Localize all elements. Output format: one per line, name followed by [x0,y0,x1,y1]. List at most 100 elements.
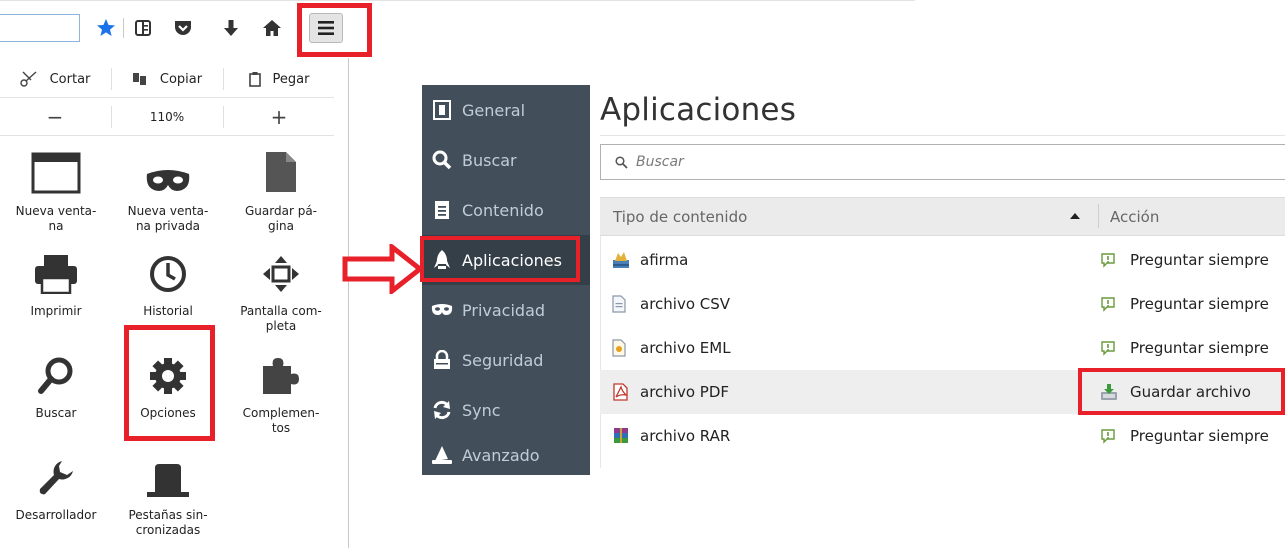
bookmark-star-icon[interactable] [92,14,120,42]
new-window-button[interactable]: Nueva venta- na [10,148,102,234]
search-icon [615,155,628,169]
edit-controls-row: Cortar Copiar Pegar [0,60,334,98]
table-header: Tipo de contenido Acción [600,197,1285,236]
tile-label: Desarrollador [15,508,97,522]
content-type-label: archivo CSV [640,295,731,313]
sidebar-item-label: Buscar [462,150,517,170]
zoom-controls-row: − 110% + [0,98,334,136]
search-icon [422,150,462,170]
wrench-icon [4,452,108,498]
search-input[interactable] [634,153,1238,171]
wizard-hat-icon [422,445,462,465]
sidebar-item-advanced[interactable]: Avanzado [422,435,590,475]
general-switch-icon [422,100,462,120]
rar-file-icon [612,427,640,445]
search-icon [10,350,102,396]
toolbar-top-border [0,0,915,1]
new-window-icon [10,148,102,194]
copy-label: Copiar [159,71,203,87]
sidebar-item-privacy[interactable]: Privacidad [422,285,590,335]
reading-list-icon[interactable] [129,14,157,42]
pointer-arrow-icon [342,244,424,294]
clipboard-icon [248,71,261,87]
fullscreen-button[interactable]: Pantalla com- pleta [225,248,337,334]
highlight-box-menu-button [297,3,372,57]
clock-icon [112,248,224,294]
download-icon[interactable] [217,14,245,42]
column-separator[interactable] [1098,204,1099,228]
save-page-button[interactable]: Guardar pá- gina [225,148,337,234]
title-divider [600,135,1285,136]
sidebar-item-general[interactable]: General [422,85,590,135]
paste-label: Pegar [272,71,310,87]
home-icon[interactable] [258,14,286,42]
column-header-action[interactable]: Acción [1110,198,1159,235]
ask-icon [1100,340,1130,356]
column-header-content-type[interactable]: Tipo de contenido [613,198,747,235]
document-icon [422,200,462,220]
lock-icon [422,350,462,370]
tile-label: Guardar pá- gina [245,204,317,233]
puzzle-icon [225,350,337,396]
zoom-reset-button[interactable]: 110% [112,98,222,136]
paste-button[interactable]: Pegar [224,60,334,98]
copy-button[interactable]: Copiar [112,60,222,98]
sidebar-item-sync[interactable]: Sync [422,385,590,435]
pdf-file-icon [612,383,640,401]
addons-button[interactable]: Complemen- tos [225,350,337,436]
eml-file-icon [612,339,640,357]
sidebar-item-label: Seguridad [462,350,544,370]
content-type-label: archivo EML [640,339,731,357]
save-page-icon [225,148,337,194]
table-row[interactable]: archivo CSV Preguntar siempre [600,282,1285,326]
tile-label: Nueva venta- na privada [127,204,209,233]
sidebar-item-label: Privacidad [462,300,546,320]
print-button[interactable]: Imprimir [10,248,102,319]
action-label: Preguntar siempre [1130,295,1269,313]
search-box[interactable] [0,14,80,42]
content-type-label: archivo PDF [640,383,729,401]
history-button[interactable]: Historial [112,248,224,319]
table-row[interactable]: archivo RAR Preguntar siempre [600,414,1285,458]
developer-button[interactable]: Desarrollador [4,452,108,523]
zoom-in-label: + [270,105,288,129]
table-row[interactable]: afirma Preguntar siempre [600,238,1285,282]
sidebar-item-security[interactable]: Seguridad [422,335,590,385]
page-title: Aplicaciones [600,92,797,128]
zoom-out-button[interactable]: − [0,98,110,136]
highlight-box-save-file [1078,368,1285,415]
copy-icon [132,72,148,86]
zoom-in-button[interactable]: + [224,98,334,136]
sort-ascending-icon[interactable] [1070,213,1080,219]
highlight-box-applications [420,236,580,282]
tile-label: Pestañas sin- cronizadas [128,508,208,537]
highlight-box-options [124,325,215,441]
sync-icon [422,400,462,420]
new-private-window-button[interactable]: Nueva venta- na privada [112,148,224,234]
ask-icon [1100,428,1130,444]
table-row[interactable]: archivo EML Preguntar siempre [600,326,1285,370]
sidebar-item-content[interactable]: Contenido [422,185,590,235]
afirma-app-icon [612,251,640,269]
zoom-level: 110% [149,110,185,124]
printer-icon [10,248,102,294]
synced-tabs-icon [112,452,224,498]
csv-file-icon [612,295,640,313]
scissors-icon [19,71,38,87]
ask-icon [1100,252,1130,268]
action-label: Preguntar siempre [1130,251,1269,269]
sidebar-item-label: Sync [462,400,501,420]
tile-label: Historial [143,304,193,318]
tile-label: Complemen- tos [242,406,320,435]
tile-label: Nueva venta- na [15,204,97,233]
find-button[interactable]: Buscar [10,350,102,421]
sidebar-item-search[interactable]: Buscar [422,135,590,185]
content-type-label: archivo RAR [640,427,731,445]
cut-button[interactable]: Cortar [0,60,110,98]
zoom-out-label: − [46,105,64,129]
pocket-icon[interactable] [169,14,197,42]
search-field[interactable] [600,144,1285,180]
content-type-label: afirma [640,251,689,269]
synced-tabs-button[interactable]: Pestañas sin- cronizadas [112,452,224,538]
action-label: Preguntar siempre [1130,427,1269,445]
